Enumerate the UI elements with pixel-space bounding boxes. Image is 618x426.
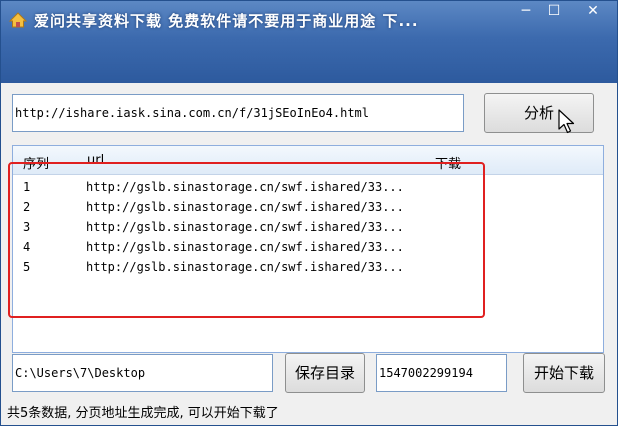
title-bar[interactable]: 爱问共享资料下载 免费软件请不要用于商业用途 下... ─ ☐ ✕: [1, 1, 617, 83]
save-path-input[interactable]: C:\Users\7\Desktop: [12, 354, 273, 392]
house-icon: [8, 12, 28, 28]
analyze-button[interactable]: 分析: [484, 93, 594, 133]
mouse-cursor-icon: [558, 109, 575, 134]
app-window: 爱问共享资料下载 免费软件请不要用于商业用途 下... ─ ☐ ✕ http:/…: [0, 0, 618, 426]
client-area: http://ishare.iask.sina.com.cn/f/31jSEoI…: [1, 83, 617, 425]
maximize-button[interactable]: ☐: [541, 1, 567, 23]
start-download-button[interactable]: 开始下载: [523, 353, 605, 393]
red-highlight-box: [8, 162, 485, 318]
id-input[interactable]: 1547002299194: [376, 354, 507, 392]
window-title: 爱问共享资料下载 免费软件请不要用于商业用途 下...: [34, 12, 419, 30]
close-button[interactable]: ✕: [571, 1, 615, 23]
minimize-button[interactable]: ─: [513, 1, 539, 23]
url-input[interactable]: http://ishare.iask.sina.com.cn/f/31jSEoI…: [12, 94, 464, 132]
save-directory-button[interactable]: 保存目录: [285, 353, 365, 393]
status-bar-text: 共5条数据, 分页地址生成完成, 可以开始下载了: [7, 406, 279, 421]
